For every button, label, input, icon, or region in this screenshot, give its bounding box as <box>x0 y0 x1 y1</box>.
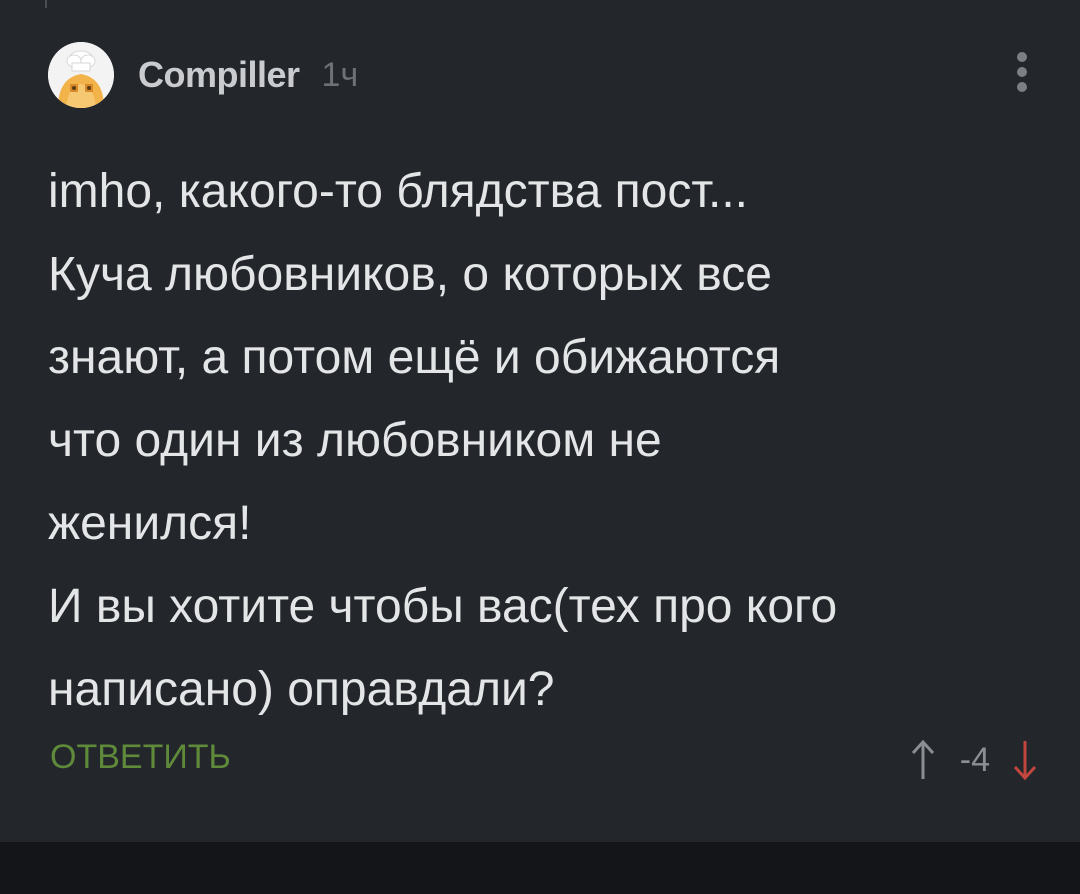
comment-line: Куча любовников, о которых все <box>48 248 772 301</box>
arrow-up-icon[interactable] <box>908 737 938 783</box>
comment-header: Compiller 1ч <box>48 42 358 108</box>
comment-line: И вы хотите чтобы вас(тех про кого <box>48 580 838 633</box>
score-value: -4 <box>959 740 990 779</box>
avatar[interactable] <box>48 42 114 108</box>
chef-cat-avatar-icon <box>48 42 114 108</box>
vote-controls: -4 <box>908 735 1040 785</box>
bottom-bar <box>0 842 1080 894</box>
reply-button[interactable]: ОТВЕТИТЬ <box>50 738 231 777</box>
comment-time: 1ч <box>321 55 359 94</box>
comment-body: imho, какого-то блядства пост... Куча лю… <box>48 150 1048 731</box>
comment-line: написано) оправдали? <box>48 663 555 716</box>
author-name[interactable]: Compiller <box>138 54 300 96</box>
comment-line: женился! <box>48 497 252 550</box>
comment-line: знают, а потом ещё и обижаются <box>48 331 781 384</box>
more-vertical-icon[interactable] <box>1006 48 1038 96</box>
comment-line: imho, какого-то блядства пост... <box>48 165 748 218</box>
comment: Compiller 1ч imho, какого-то блядства по… <box>0 0 1080 840</box>
menu-dot <box>1017 82 1027 92</box>
page: Compiller 1ч imho, какого-то блядства по… <box>0 0 1080 894</box>
menu-dot <box>1017 67 1027 77</box>
arrow-down-icon[interactable] <box>1010 737 1040 783</box>
menu-dot <box>1017 52 1027 62</box>
comment-line: что один из любовником не <box>48 414 662 467</box>
